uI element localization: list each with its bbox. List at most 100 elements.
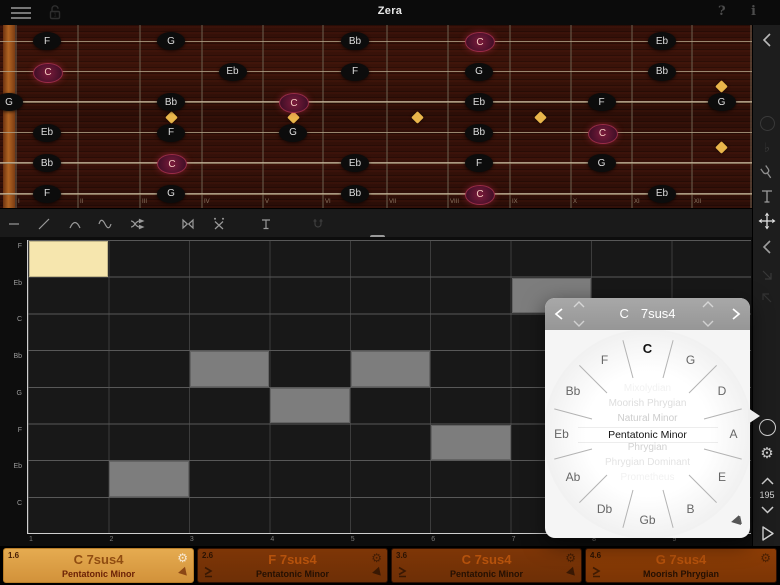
fretboard-note[interactable]: Eb — [33, 124, 61, 142]
collapse-fretboard-icon[interactable] — [753, 30, 780, 50]
fretboard-note-root[interactable]: C — [33, 63, 63, 83]
scatter-tool-button[interactable] — [207, 212, 231, 236]
slot-strum-right-icon[interactable] — [176, 566, 188, 578]
chord-slot-selected[interactable]: 1.6C 7sus4Pentatonic Minor⚙ — [3, 548, 194, 583]
slot-strum-right-icon[interactable] — [370, 566, 382, 578]
slot-strum-left-icon[interactable] — [397, 566, 408, 578]
fretboard-note[interactable]: Eb — [648, 185, 676, 203]
fretboard-note[interactable]: Eb — [465, 93, 493, 111]
scale-item[interactable]: Phrygian — [578, 441, 718, 456]
magnet-tool-icon — [310, 216, 326, 232]
sequencer-cell-active[interactable] — [190, 351, 269, 387]
fretboard-note[interactable]: G — [279, 124, 307, 142]
fretboard-note[interactable]: G — [157, 185, 185, 203]
mirror-tool-button[interactable] — [176, 212, 200, 236]
dial-note-f[interactable]: F — [591, 352, 619, 368]
line-tool-button[interactable] — [32, 212, 56, 236]
line-tool-icon — [36, 216, 52, 232]
sine-tool-button[interactable] — [93, 212, 117, 236]
fretboard-note[interactable]: F — [33, 185, 61, 203]
fretboard-note[interactable]: F — [588, 93, 616, 111]
magnet-tool-button[interactable] — [306, 212, 330, 236]
tempo-down-icon[interactable] — [753, 500, 780, 520]
scale-item[interactable]: Prometheus — [578, 471, 718, 486]
faded-circle-icon[interactable] — [753, 113, 780, 133]
fretboard-note-root[interactable]: C — [279, 93, 309, 113]
info-icon[interactable]: i — [751, 4, 756, 19]
fretboard-note[interactable]: Bb — [465, 124, 493, 142]
collapse-sequencer-icon[interactable] — [753, 237, 780, 257]
fretboard-note-root[interactable]: C — [465, 32, 495, 52]
help-icon[interactable]: ? — [718, 4, 726, 19]
faded-diagonal-icon-2[interactable] — [753, 288, 780, 308]
row-label: C — [2, 500, 22, 507]
dial-note-a[interactable]: A — [720, 426, 748, 442]
faded-diagonal-icon-1[interactable] — [753, 265, 780, 285]
fret-numeral: XI — [634, 199, 640, 205]
fretboard-note[interactable]: F — [341, 63, 369, 81]
dial-note-db[interactable]: Db — [591, 501, 619, 517]
tuning-fork-icon[interactable] — [753, 162, 780, 182]
fretboard-note[interactable]: Bb — [341, 185, 369, 203]
fretboard-note[interactable]: G — [465, 63, 493, 81]
fretboard-note[interactable]: Eb — [341, 154, 369, 172]
mirror-tool-icon — [180, 216, 196, 232]
dial-note-g[interactable]: G — [677, 352, 705, 368]
scale-item[interactable]: Phrygian Dominant — [578, 456, 718, 471]
fretboard-note-root[interactable]: C — [465, 185, 495, 205]
sequencer-cell-selected[interactable] — [29, 241, 108, 277]
slot-gear-icon[interactable]: ⚙ — [177, 552, 188, 564]
fret-numeral: I — [18, 199, 20, 205]
fretboard-note-root[interactable]: C — [157, 154, 187, 174]
slot-gear-icon[interactable]: ⚙ — [565, 552, 576, 564]
random-tool-button[interactable] — [125, 212, 149, 236]
fretboard-note[interactable]: G — [708, 93, 736, 111]
fretboard-note[interactable]: Eb — [648, 32, 676, 50]
fretboard-note[interactable]: F — [465, 154, 493, 172]
fret-numeral: VI — [325, 199, 331, 205]
sequencer-cell-active[interactable] — [109, 461, 188, 497]
dial-note-b[interactable]: B — [677, 501, 705, 517]
chord-slot[interactable]: 3.6C 7sus4Pentatonic Minor⚙ — [391, 548, 582, 583]
ruler-t-icon[interactable] — [753, 186, 780, 206]
chord-slot[interactable]: 4.6G 7sus4Moorish Phrygian⚙ — [585, 548, 777, 583]
slot-strum-left-icon[interactable] — [203, 566, 214, 578]
sequencer-cell-active[interactable] — [351, 351, 430, 387]
fretboard-note[interactable]: Bb — [33, 154, 61, 172]
fretboard-note[interactable]: F — [157, 124, 185, 142]
dial-note-c[interactable]: C — [634, 340, 662, 356]
fretboard-note[interactable]: Bb — [648, 63, 676, 81]
sequencer-cell-active[interactable] — [431, 425, 510, 461]
scale-item[interactable]: Mixolydian — [578, 382, 718, 397]
fretboard-note[interactable]: G — [157, 32, 185, 50]
settings-gear-icon[interactable]: ⚙ — [753, 443, 780, 463]
scale-item[interactable]: Natural Minor — [578, 412, 718, 427]
arc-tool-button[interactable] — [63, 212, 87, 236]
fret-numeral: IV — [204, 199, 210, 205]
guitar-string — [0, 101, 752, 102]
flat-accidental-icon[interactable]: ♭ — [753, 138, 780, 158]
fret-wire — [509, 25, 511, 208]
slot-strum-right-icon[interactable] — [564, 566, 576, 578]
fretboard-note[interactable]: Bb — [157, 93, 185, 111]
sequencer-cell-active[interactable] — [270, 388, 349, 424]
slot-gear-icon[interactable]: ⚙ — [760, 552, 771, 564]
fretboard-note[interactable]: Eb — [219, 63, 247, 81]
fretboard[interactable]: IIIIIIIVVVIVIIVIIIIXXXIXIIXIIIFGBbCEbCEb… — [0, 25, 752, 208]
slot-strum-left-icon[interactable] — [591, 566, 602, 578]
step-tool-button[interactable] — [254, 212, 278, 236]
slot-gear-icon[interactable]: ⚙ — [371, 552, 382, 564]
scale-item[interactable]: Moorish Phrygian — [578, 397, 718, 412]
fretboard-note[interactable]: F — [33, 32, 61, 50]
dash-tool-button[interactable] — [2, 212, 26, 236]
play-icon[interactable] — [753, 523, 780, 543]
move-pan-icon[interactable] — [753, 211, 780, 231]
dial-note-eb[interactable]: Eb — [548, 426, 576, 442]
chord-slot[interactable]: 2.6F 7sus4Pentatonic Minor⚙ — [197, 548, 388, 583]
fretboard-note-root[interactable]: C — [588, 124, 618, 144]
fretboard-note[interactable]: Bb — [341, 32, 369, 50]
strum-icon[interactable] — [729, 514, 743, 528]
dial-note-gb[interactable]: Gb — [634, 512, 662, 528]
slot-chord-name: F 7sus4 — [198, 552, 387, 567]
fretboard-note[interactable]: G — [588, 154, 616, 172]
